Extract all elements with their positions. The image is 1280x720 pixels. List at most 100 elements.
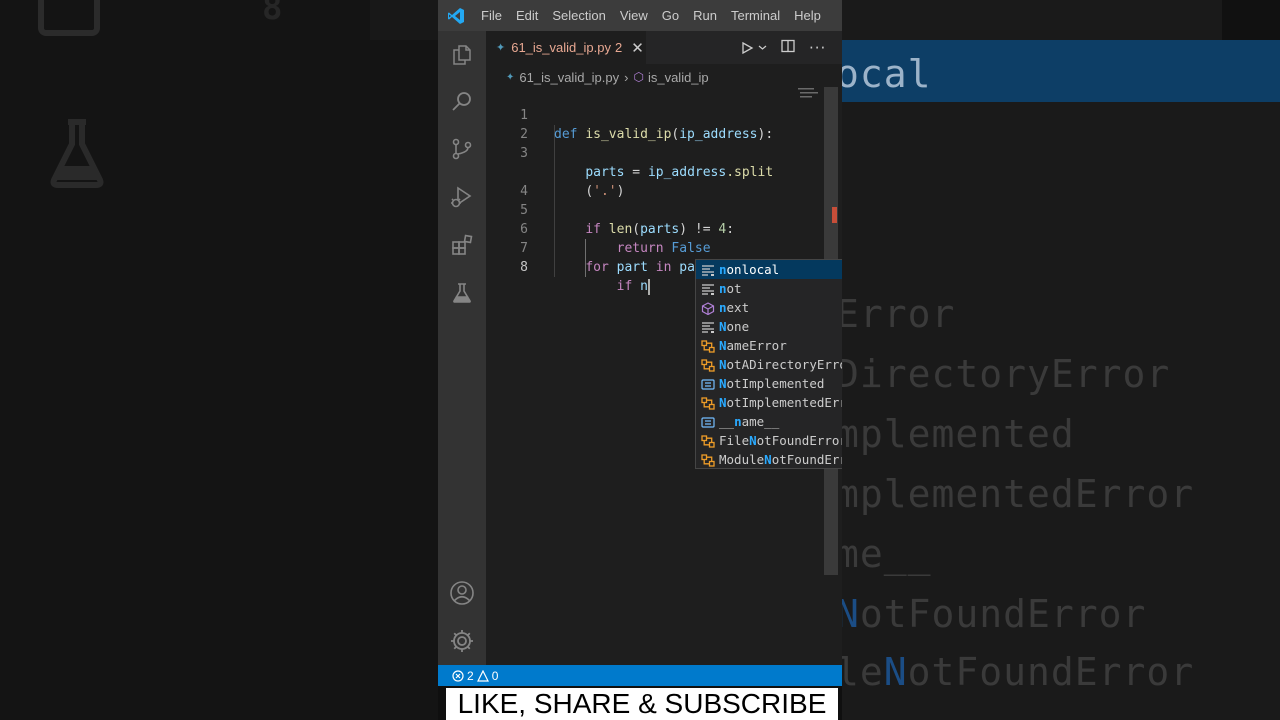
variable-icon [701,415,715,428]
suggestion-item[interactable]: ModuleNotFoundError [696,450,842,469]
settings-gear-icon[interactable] [438,617,486,665]
split-editor-icon[interactable] [781,38,795,57]
code-line: 6 return False [486,201,822,256]
minimap[interactable] [798,87,822,99]
keyword-icon [701,263,715,276]
vscode-window: File Edit Selection View Go Run Terminal Help [438,0,842,686]
menu-item-help[interactable]: Help [787,0,828,31]
code-line: 3 parts = ip_address.split [486,125,822,180]
background-right-blur: ocal Error DirectoryError mplemented mplemen… [842,0,1280,720]
activity-bar [438,31,486,665]
ghost-flask-icon [50,119,104,188]
ghost-suggestion-text: NotFoundError [842,592,1147,636]
tab-filename: 61_is_valid_ip.py [511,40,611,55]
explorer-icon[interactable] [438,31,486,79]
more-actions-icon[interactable]: ··· [809,39,826,57]
menu-bar: File Edit Selection View Go Run Terminal Help [474,0,828,31]
menu-item-go[interactable]: Go [655,0,686,31]
suggestion-item[interactable]: nonlocal [696,260,842,279]
chevron-down-icon [758,45,767,50]
ghost-suggestion-text: ocal [842,52,932,96]
run-file-icon[interactable] [740,41,767,55]
suggestion-item[interactable]: NotADirectoryError [696,355,842,374]
ghost-title-edge [1222,0,1280,40]
ghost-suggestion-text: leNotFoundError [842,650,1195,694]
python-file-icon: ✦ [496,41,506,54]
vscode-logo-icon [438,0,474,31]
keyword-icon [701,320,715,333]
class-icon [701,453,715,467]
suggestion-label: next [719,300,750,315]
suggestion-label: not [719,281,742,296]
chevron-right-icon: › [624,69,629,85]
menu-item-run[interactable]: Run [686,0,724,31]
problems-status[interactable]: 2 0 [452,669,498,683]
tab-bar: ✦ 61_is_valid_ip.py 2 ✕ ··· [486,31,842,64]
ghost-suggestion-text: me__ [842,532,932,576]
source-control-icon[interactable] [438,125,486,173]
suggestion-item[interactable]: next [696,298,842,317]
code-line-active: 8 if n [486,239,822,295]
suggestion-label: ModuleNotFoundError [719,452,842,467]
suggestion-item[interactable]: FileNotFoundError [696,431,842,450]
breadcrumb: ✦ 61_is_valid_ip.py › ⬡ is_valid_ip [486,66,842,88]
suggestion-item[interactable]: NameError [696,336,842,355]
suggestion-label: None [719,319,750,334]
variable-icon [701,377,715,390]
close-icon[interactable]: ✕ [631,39,644,57]
menu-item-terminal[interactable]: Terminal [724,0,787,31]
code-line: 5 if len(parts) != 4: [486,182,822,237]
error-count: 2 [467,668,474,683]
suggestion-label: NameError [719,338,787,353]
suggestion-label: NotADirectoryError [719,357,842,372]
text-cursor [647,278,650,295]
code-line: 2 [486,106,822,142]
error-scroll-marker [832,207,837,223]
breadcrumb-file[interactable]: 61_is_valid_ip.py [519,70,619,85]
background-left-blur: 8 [0,0,438,720]
ghost-editor-edge [370,0,438,40]
method-cube-icon [701,301,715,316]
menu-item-edit[interactable]: Edit [509,0,545,31]
suggestion-item[interactable]: not [696,279,842,298]
suggestion-label: FileNotFoundError [719,433,842,448]
run-debug-icon[interactable] [438,173,486,221]
line-number: 8 [520,260,528,275]
suggestion-label: NotImplemented [719,376,825,391]
suggestion-item[interactable]: NotImplementedError [696,393,842,412]
menu-item-file[interactable]: File [474,0,509,31]
account-icon[interactable] [438,569,486,617]
class-icon [701,434,715,448]
menu-item-view[interactable]: View [613,0,655,31]
ghost-extensions-icon [38,0,100,36]
suggestion-item[interactable]: NotImplemented [696,374,842,393]
warning-icon [476,669,489,682]
code-line: 1 def is_valid_ip(ip_address): [486,87,822,142]
editor-actions: ··· [740,31,826,64]
code-line: 7 for part in parts: [486,220,822,275]
suggestion-item[interactable]: __name__ [696,412,842,431]
suggestion-label: __name__ [719,414,780,429]
status-bar: 2 0 [438,665,842,686]
code-line: 4 [486,163,822,199]
search-icon[interactable] [438,77,486,125]
ghost-suggestion-text: mplementedError [842,472,1195,516]
ghost-suggestion-text: DirectoryError [842,352,1171,396]
method-cube-icon: ⬡ [633,70,644,84]
suggestion-widget: nonlocal not next None NameError NotADirector… [695,259,842,469]
error-icon [452,669,464,682]
ghost-suggestion-text: mplemented [842,412,1075,456]
breadcrumb-symbol[interactable]: is_valid_ip [648,70,709,85]
ghost-line-number: 8 [262,0,283,28]
subscribe-banner: LIKE, SHARE & SUBSCRIBE [446,688,838,720]
menu-item-selection[interactable]: Selection [545,0,612,31]
tab-active-file[interactable]: ✦ 61_is_valid_ip.py 2 ✕ [486,31,646,64]
suggestion-item[interactable]: None [696,317,842,336]
extensions-icon[interactable] [438,221,486,269]
title-bar: File Edit Selection View Go Run Terminal Help [438,0,842,31]
keyword-icon [701,282,715,295]
tab-problems-badge: 2 [614,40,623,55]
editor-area: ✦ 61_is_valid_ip.py 2 ✕ ··· ✦ 61_is_vali… [486,31,842,665]
ghost-suggestion-text: Error [842,292,956,336]
testing-flask-icon[interactable] [438,269,486,317]
